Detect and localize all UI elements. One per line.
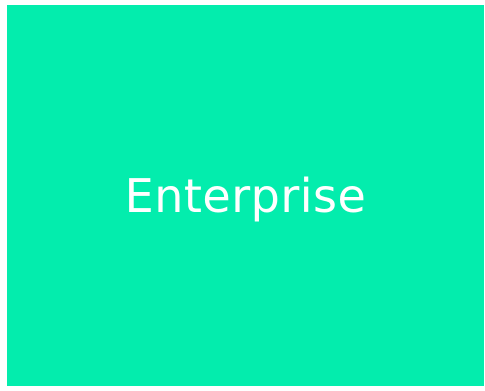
page: Enterprise <box>0 0 485 391</box>
enterprise-tile[interactable]: Enterprise <box>7 5 484 386</box>
tile-label: Enterprise <box>124 168 367 223</box>
